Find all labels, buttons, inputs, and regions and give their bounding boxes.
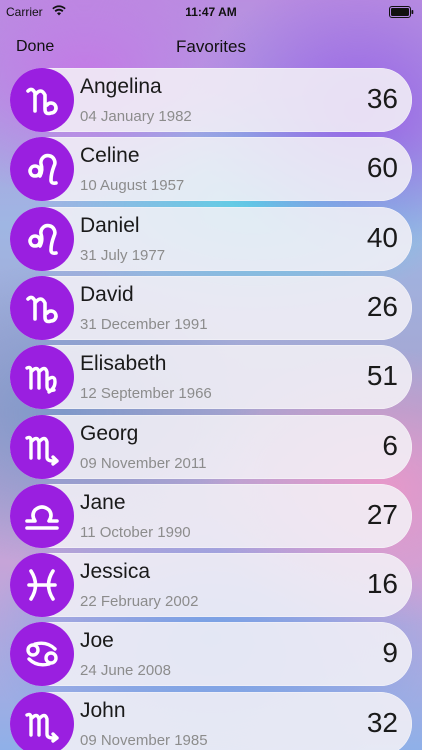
birth-date: 31 July 1977 <box>80 246 166 264</box>
favorite-row-david[interactable]: David 31 December 1991 26 <box>10 275 412 340</box>
scorpio-icon <box>10 691 74 750</box>
birth-date: 31 December 1991 <box>80 315 208 333</box>
virgo-icon <box>10 345 74 410</box>
pisces-icon <box>27 569 57 601</box>
favorite-row-daniel[interactable]: Daniel 31 July 1977 40 <box>10 206 412 271</box>
age-value: 6 <box>382 429 398 461</box>
person-name: Angelina <box>80 75 162 98</box>
virgo-icon <box>25 365 57 394</box>
age-value: 36 <box>366 83 398 114</box>
age-value: 40 <box>366 221 398 253</box>
birth-date: 10 August 1957 <box>80 177 185 195</box>
scorpio-icon <box>10 414 74 479</box>
pisces-icon <box>10 553 74 618</box>
leo-icon <box>28 223 58 255</box>
capricorn-icon <box>10 275 74 340</box>
age-value: 9 <box>382 637 398 669</box>
favorite-row-angelina[interactable]: Angelina 04 January 1982 36 <box>10 68 412 132</box>
favorite-row-celine[interactable]: Celine 10 August 1957 60 <box>10 137 412 202</box>
capricorn-icon <box>26 87 58 116</box>
age-value: 27 <box>366 498 398 530</box>
nav-bar: Done Favorites <box>0 30 422 64</box>
leo-icon <box>28 154 58 186</box>
age-value: 16 <box>366 568 398 600</box>
favorite-row-john[interactable]: John 09 November 1985 32 <box>10 691 412 750</box>
age-value: 51 <box>366 360 398 392</box>
favorite-row-jessica[interactable]: Jessica 22 February 2002 16 <box>10 553 412 618</box>
birth-date: 22 February 2002 <box>80 593 199 611</box>
age-value: 26 <box>366 290 398 322</box>
person-name: Jane <box>80 490 126 514</box>
favorite-row-jane[interactable]: Jane 11 October 1990 27 <box>10 483 412 548</box>
cancer-icon <box>26 641 58 667</box>
person-name: David <box>80 282 134 306</box>
age-value: 60 <box>366 152 398 184</box>
favorite-row-elisabeth[interactable]: Elisabeth 12 September 1966 51 <box>10 345 412 410</box>
person-name: Celine <box>80 144 140 168</box>
birth-date: 04 January 1982 <box>80 108 192 125</box>
scorpio-icon <box>25 435 59 466</box>
capricorn-icon <box>10 68 74 132</box>
person-name: Georg <box>80 421 139 445</box>
leo-icon <box>10 206 74 271</box>
page-title: Favorites <box>176 37 246 56</box>
birth-date: 24 June 2008 <box>80 662 171 680</box>
leo-icon <box>10 137 74 202</box>
libra-icon <box>10 483 74 548</box>
scorpio-icon <box>25 712 59 743</box>
status-time: 11:47 AM <box>185 5 237 19</box>
birth-date: 09 November 2011 <box>80 454 207 472</box>
person-name: Jessica <box>80 560 151 584</box>
libra-icon <box>25 505 59 530</box>
birth-date: 11 October 1990 <box>80 523 191 541</box>
person-name: Daniel <box>80 213 140 237</box>
status-bar: Carrier 11:47 AM <box>0 0 422 24</box>
cancer-icon <box>10 622 74 687</box>
birth-date: 09 November 1985 <box>80 731 208 749</box>
person-name: Elisabeth <box>80 352 167 376</box>
battery-icon <box>389 6 414 18</box>
age-value: 32 <box>366 706 398 738</box>
person-name: Joe <box>80 629 114 653</box>
person-name: John <box>80 698 126 722</box>
favorite-row-georg[interactable]: Georg 09 November 2011 6 <box>10 414 412 479</box>
birth-date: 12 September 1966 <box>80 385 212 403</box>
favorite-row-joe[interactable]: Joe 24 June 2008 9 <box>10 622 412 687</box>
capricorn-icon <box>26 295 58 324</box>
